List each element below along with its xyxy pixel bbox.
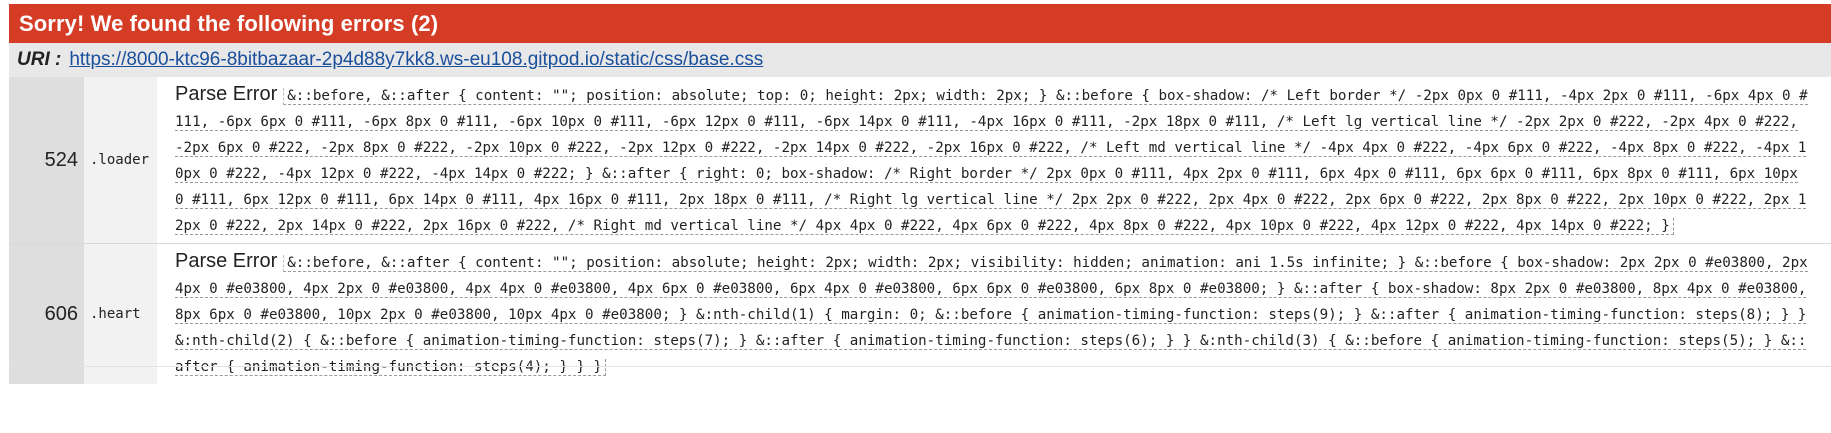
error-summary-title: Sorry! We found the following errors (2) (19, 10, 439, 36)
error-row: 606 .heart Parse Error &::before, &::afte… (9, 243, 1831, 384)
error-line-number: 524 (9, 77, 84, 244)
error-message-cell: Parse Error &::before, &::after { content… (157, 77, 1831, 244)
error-context: .loader (84, 77, 157, 244)
validator-results-page: Sorry! We found the following errors (2)… (0, 0, 1831, 433)
error-row: 524 .loader Parse Error &::before, &::aft… (9, 77, 1831, 244)
error-type: Parse Error (175, 250, 278, 272)
error-context: .heart (84, 243, 157, 384)
error-message-cell: Parse Error &::before, &::after { content… (157, 243, 1831, 384)
bottom-divider (9, 366, 1831, 367)
error-line-number: 606 (9, 243, 84, 384)
uri-link[interactable]: https://8000-ktc96-8bitbazaar-2p4d88y7kk… (69, 49, 763, 71)
error-summary-banner: Sorry! We found the following errors (2) (9, 4, 1831, 43)
errors-table: 524 .loader Parse Error &::before, &::aft… (9, 77, 1831, 384)
error-message: &::before, &::after { content: ""; posit… (175, 255, 1808, 376)
uri-bar: URI : https://8000-ktc96-8bitbazaar-2p4d… (9, 43, 1831, 77)
error-type: Parse Error (175, 83, 278, 105)
error-message: &::before, &::after { content: ""; posit… (175, 88, 1808, 235)
uri-label: URI : (17, 49, 62, 70)
